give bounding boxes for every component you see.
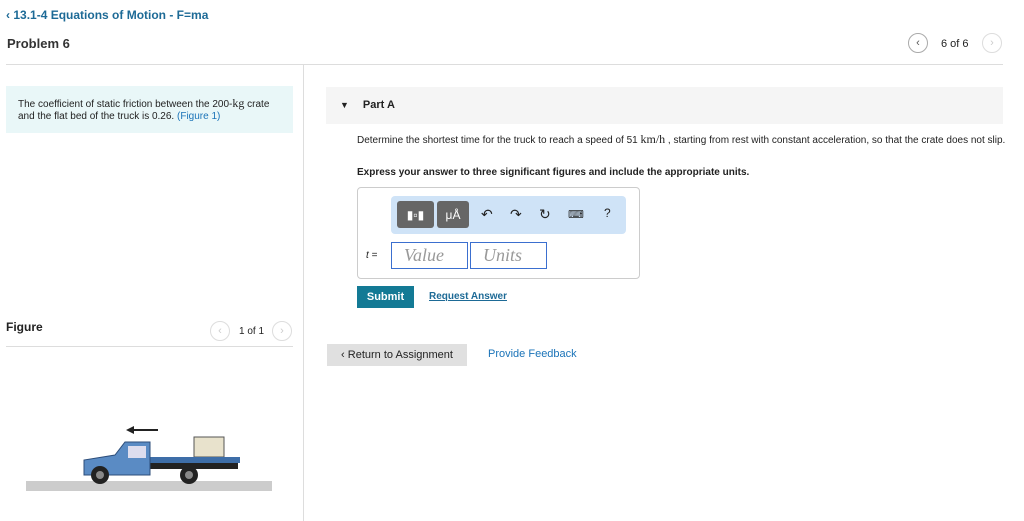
next-problem-button[interactable]: › bbox=[982, 33, 1002, 53]
figure-link[interactable]: (Figure 1) bbox=[177, 111, 220, 122]
problem-statement: The coefficient of static friction betwe… bbox=[6, 86, 293, 133]
math-toolbar: ▮▫▮ μÅ ↶ ↷ ↻ ⌨ ? bbox=[391, 196, 626, 234]
templates-button[interactable]: ▮▫▮ bbox=[397, 201, 434, 228]
page-title: Problem 6 bbox=[7, 36, 70, 51]
previous-figure-button[interactable]: ‹ bbox=[210, 321, 230, 341]
redo-icon[interactable]: ↷ bbox=[510, 206, 522, 223]
divider bbox=[6, 346, 293, 347]
figure-label: Figure bbox=[6, 320, 43, 334]
figure-pager: 1 of 1 bbox=[239, 326, 265, 337]
request-answer-link[interactable]: Request Answer bbox=[429, 291, 507, 302]
breadcrumb-link[interactable]: ‹ 13.1-4 Equations of Motion - F=ma bbox=[6, 8, 208, 22]
divider bbox=[303, 65, 304, 521]
reset-icon[interactable]: ↻ bbox=[539, 206, 551, 223]
previous-problem-button[interactable]: ‹ bbox=[908, 33, 928, 53]
truck-figure bbox=[26, 426, 272, 491]
problem-pager: 6 of 6 bbox=[941, 38, 969, 50]
collapse-triangle-icon: ▼ bbox=[340, 100, 349, 110]
help-button[interactable]: ? bbox=[604, 206, 611, 220]
undo-icon[interactable]: ↶ bbox=[481, 206, 493, 223]
keyboard-icon[interactable]: ⌨ bbox=[568, 208, 584, 221]
variable-label: t = bbox=[366, 250, 378, 261]
return-to-assignment-button[interactable]: ‹ Return to Assignment bbox=[327, 344, 467, 366]
part-a-header[interactable]: ▼ Part A bbox=[326, 87, 1003, 124]
submit-button[interactable]: Submit bbox=[357, 286, 414, 308]
templates-icon: ▮▫▮ bbox=[406, 207, 425, 222]
units-input[interactable]: Units bbox=[470, 242, 547, 269]
value-input[interactable]: Value bbox=[391, 242, 468, 269]
symbols-button[interactable]: μÅ bbox=[437, 201, 469, 228]
provide-feedback-link[interactable]: Provide Feedback bbox=[488, 348, 577, 360]
instruction-text: Express your answer to three significant… bbox=[357, 167, 750, 178]
chevron-left-icon: ‹ bbox=[341, 349, 348, 361]
question-text: Determine the shortest time for the truc… bbox=[357, 132, 1006, 147]
divider bbox=[6, 64, 1003, 65]
next-figure-button[interactable]: › bbox=[272, 321, 292, 341]
